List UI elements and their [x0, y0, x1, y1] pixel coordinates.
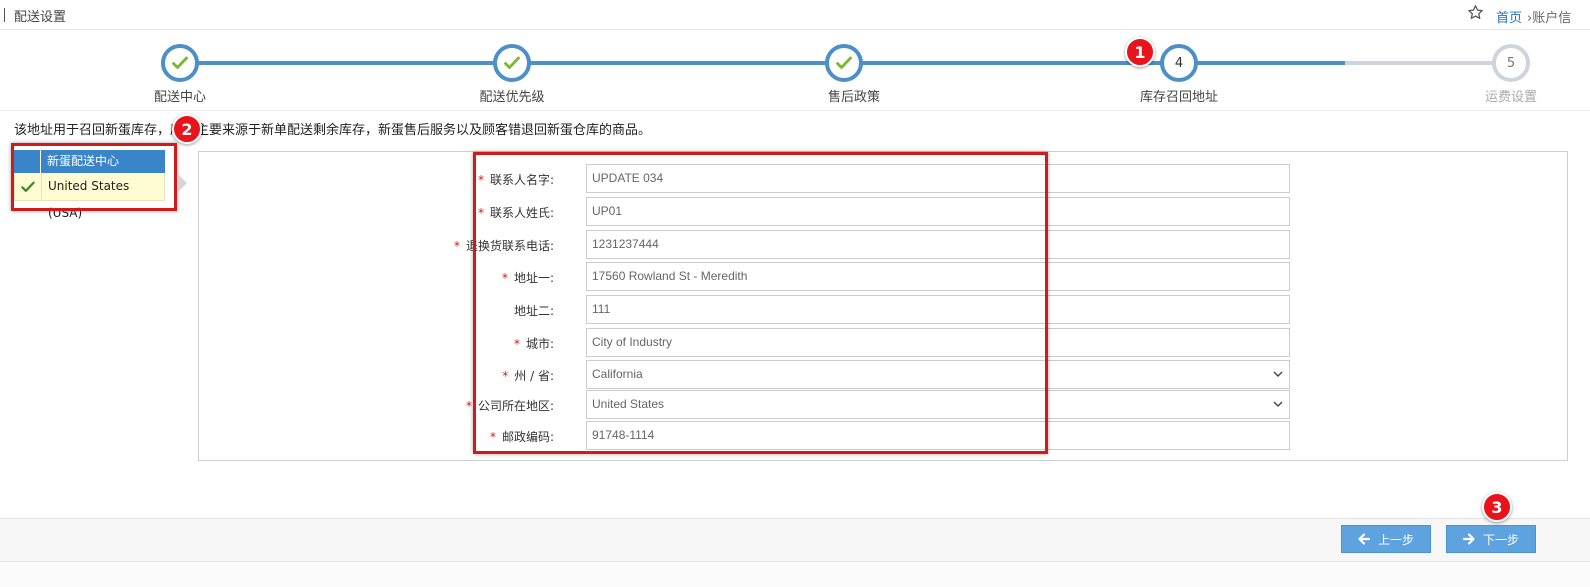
- step-1-circle[interactable]: [161, 44, 199, 82]
- chevron-down-icon: [1273, 401, 1283, 407]
- stepper: 配送中心 配送优先级 售后政策 4 库存召回地址 5 运费设置: [0, 31, 1590, 111]
- step-line-todo: [1345, 61, 1510, 65]
- check-icon: [172, 56, 188, 69]
- arrow-right-icon: [1462, 533, 1475, 545]
- top-bar: 配送设置 首页 ›账户信: [0, 0, 1590, 30]
- footer-bar: 上一步 下一步: [0, 518, 1590, 562]
- breadcrumb-account: 账户信: [1532, 11, 1572, 26]
- chevron-down-icon: [1273, 371, 1283, 377]
- annotation-badge-1: 1: [1125, 37, 1155, 67]
- highlight-box-form: [473, 152, 1048, 454]
- highlight-box-dc: [11, 143, 177, 211]
- step-4-circle[interactable]: 4: [1160, 44, 1198, 82]
- page-title: 配送设置: [14, 10, 67, 25]
- panel-pointer-arrow: [178, 174, 187, 192]
- required-mark: *: [453, 239, 460, 253]
- annotation-badge-3: 3: [1482, 492, 1512, 522]
- step-1-label: 配送中心: [153, 90, 206, 105]
- address-note: 该地址用于召回新蛋库存，库存主要来源于新单配送剩余库存，新蛋售后服务以及顾客错退…: [14, 123, 652, 138]
- bottom-strip: [0, 563, 1590, 587]
- required-mark: *: [465, 399, 472, 413]
- home-link[interactable]: 首页: [1496, 7, 1522, 26]
- step-2-circle[interactable]: [493, 44, 531, 82]
- check-icon: [504, 56, 520, 69]
- step-3-circle[interactable]: [825, 44, 863, 82]
- prev-step-button[interactable]: 上一步: [1341, 525, 1431, 553]
- step-5-label: 运费设置: [1484, 90, 1537, 105]
- next-step-label: 下一步: [1482, 532, 1519, 547]
- next-step-button[interactable]: 下一步: [1446, 525, 1536, 553]
- title-divider: [4, 8, 5, 22]
- step-5-circle[interactable]: 5: [1492, 44, 1530, 82]
- step-2-label: 配送优先级: [479, 90, 545, 105]
- annotation-badge-2: 2: [172, 114, 202, 144]
- step-4-label: 库存召回地址: [1139, 90, 1218, 105]
- prev-step-label: 上一步: [1377, 532, 1414, 547]
- check-icon: [836, 56, 852, 69]
- star-icon[interactable]: [1467, 4, 1484, 21]
- arrow-left-icon: [1358, 533, 1370, 545]
- breadcrumb[interactable]: ›账户信: [1527, 7, 1571, 26]
- step-3-label: 售后政策: [827, 90, 880, 105]
